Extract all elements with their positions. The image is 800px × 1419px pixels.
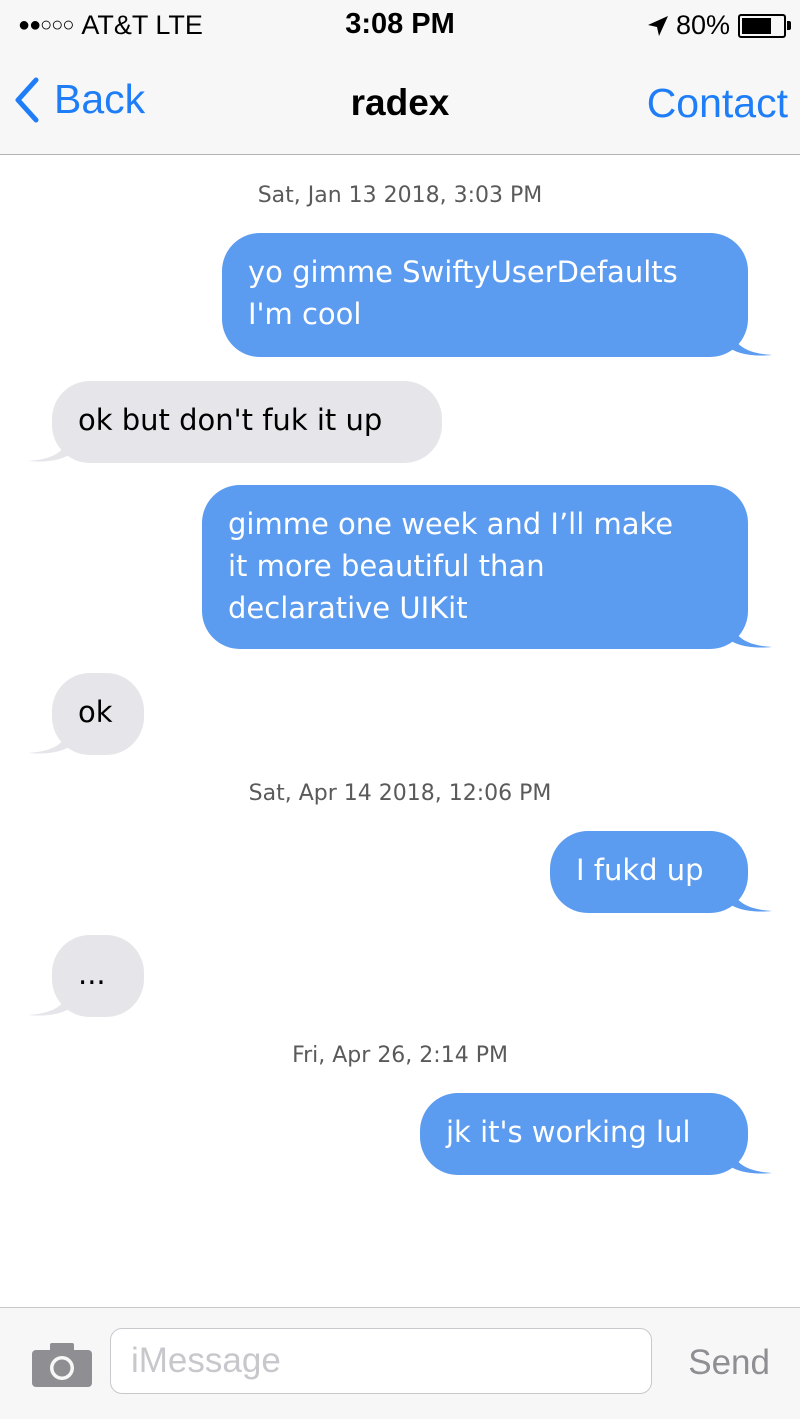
message-thread[interactable]: Sat, Jan 13 2018, 3:03 PM yo gimme Swift… <box>0 155 800 1307</box>
message-bubble-outgoing[interactable]: gimme one week and I’ll make it more bea… <box>202 485 772 649</box>
message-line: ok <box>78 695 113 729</box>
bubble-tail <box>28 427 72 462</box>
message-line: yo gimme SwiftyUserDefaults <box>248 255 678 289</box>
bubble-tail <box>728 1139 772 1174</box>
bubble-tail <box>728 877 772 912</box>
battery-level <box>742 17 771 34</box>
camera-icon[interactable] <box>30 1341 94 1389</box>
message-line: jk it's working lul <box>446 1115 691 1149</box>
message-line: gimme one week and I’ll make <box>228 507 674 541</box>
battery-icon <box>738 13 791 38</box>
send-button[interactable]: Send <box>688 1343 770 1383</box>
message-line: ok but don't fuk it up <box>78 403 383 437</box>
message-line: it more beautiful than <box>228 549 545 583</box>
message-input-bar: Send <box>0 1307 800 1419</box>
status-right: 80% <box>646 10 791 41</box>
bubble-tail <box>28 719 72 754</box>
contact-button[interactable]: Contact <box>647 80 788 127</box>
message-bubble-incoming[interactable]: ok <box>28 673 144 755</box>
navigation-bar: Back radex Contact <box>0 52 800 155</box>
message-bubble-incoming[interactable]: ok but don't fuk it up <box>28 381 442 463</box>
bubble-tail <box>728 613 772 648</box>
message-bubble-incoming[interactable]: ... <box>28 935 144 1017</box>
timestamp: Sat, Jan 13 2018, 3:03 PM <box>257 183 543 208</box>
location-arrow-icon <box>647 15 668 36</box>
message-line: declarative UIKit <box>228 591 468 625</box>
message-bubble-outgoing[interactable]: yo gimme SwiftyUserDefaults I'm cool <box>222 233 772 357</box>
imessage-input[interactable] <box>110 1328 652 1394</box>
timestamp: Sat, Apr 14 2018, 12:06 PM <box>248 781 552 806</box>
message-bubble-outgoing[interactable]: I fukd up <box>550 831 772 913</box>
bubble-tail <box>28 981 72 1016</box>
message-bubble-outgoing[interactable]: jk it's working lul <box>420 1093 772 1175</box>
battery-cap <box>787 20 791 30</box>
message-line: I fukd up <box>576 853 704 887</box>
message-line: I'm cool <box>248 297 362 331</box>
bubble-tail <box>728 321 772 356</box>
battery-percent: 80% <box>675 10 730 40</box>
status-bar: ●●○○○ AT&T LTE 3:08 PM 80% <box>0 0 800 52</box>
message-line: ... <box>78 957 106 991</box>
timestamp: Fri, Apr 26, 2:14 PM <box>292 1043 508 1068</box>
